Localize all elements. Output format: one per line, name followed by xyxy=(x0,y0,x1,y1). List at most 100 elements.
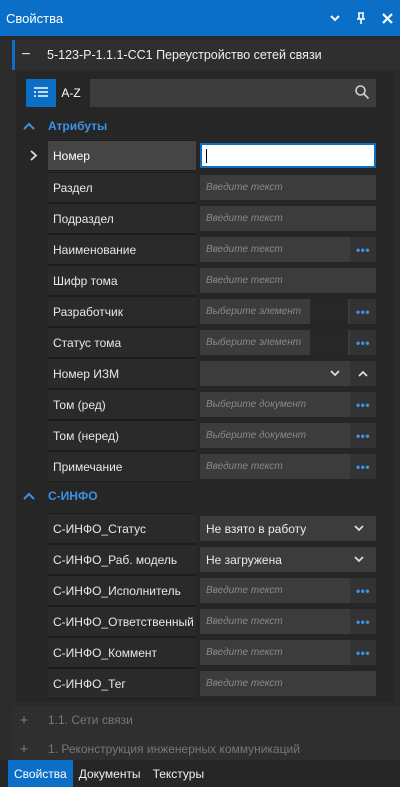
property-row-change-number[interactable]: Номер ИЗМ xyxy=(22,358,376,389)
property-label: Номер xyxy=(48,140,196,171)
categorized-list-icon xyxy=(34,87,48,97)
chevron-up-icon[interactable] xyxy=(22,492,36,500)
expand-icon[interactable]: + xyxy=(12,712,36,729)
volume-code-input[interactable]: Введите текст xyxy=(200,268,376,293)
volume-status-select[interactable]: Выберите элемент ••• xyxy=(200,330,376,355)
group-cinfo[interactable]: С-ИНФО xyxy=(22,484,98,508)
more-icon[interactable]: ••• xyxy=(350,330,376,355)
property-row-cinfo-model[interactable]: С-ИНФО_Раб. модель Не загружена xyxy=(22,544,376,575)
more-icon[interactable]: ••• xyxy=(350,392,376,417)
chevron-up-icon[interactable] xyxy=(22,122,36,130)
chevron-down-icon[interactable] xyxy=(346,547,372,572)
property-row-cinfo-tag[interactable]: С-ИНФО_Тег Введите текст xyxy=(22,668,376,699)
more-icon[interactable]: ••• xyxy=(350,578,376,603)
chevron-down-icon[interactable] xyxy=(322,0,348,36)
tab-documents[interactable]: Документы xyxy=(73,760,147,787)
property-label: Том (ред) xyxy=(48,389,196,420)
field-placeholder: Выберите элемент xyxy=(206,306,302,317)
property-row-volume-code[interactable]: Шифр тома Введите текст xyxy=(22,265,376,296)
property-label: Номер ИЗМ xyxy=(48,358,196,389)
property-label: С-ИНФО_Раб. модель xyxy=(48,544,196,575)
cinfo-status-select[interactable]: Не взято в работу xyxy=(200,516,376,541)
categorized-view-button[interactable] xyxy=(26,79,56,107)
change-number-input[interactable] xyxy=(200,361,376,386)
alphabetical-view-button[interactable]: A-Z xyxy=(56,79,86,107)
field-placeholder: Введите текст xyxy=(206,461,283,472)
more-icon[interactable]: ••• xyxy=(350,423,376,448)
cinfo-model-select[interactable]: Не загружена xyxy=(200,547,376,572)
property-label: Подраздел xyxy=(48,203,196,234)
chevron-right-icon xyxy=(26,140,42,171)
developer-select[interactable]: Выберите элемент ••• xyxy=(200,299,376,324)
field-placeholder: Выберите элемент xyxy=(206,337,302,348)
more-icon[interactable]: ••• xyxy=(350,299,376,324)
properties-toolbar: A-Z xyxy=(26,78,400,108)
property-label: С-ИНФО_Статус xyxy=(48,513,196,544)
property-label: С-ИНФО_Исполнитель xyxy=(48,575,196,606)
property-label: Разработчик xyxy=(48,296,196,327)
more-icon[interactable]: ••• xyxy=(350,609,376,634)
cinfo-tag-input[interactable]: Введите текст xyxy=(200,671,376,696)
field-placeholder: Выберите документ xyxy=(206,399,307,410)
property-row-volume-editable[interactable]: Том (ред) Выберите документ ••• xyxy=(22,389,376,420)
property-row-cinfo-executor[interactable]: С-ИНФО_Исполнитель Введите текст ••• xyxy=(22,575,376,606)
collapsed-section[interactable]: + 1. Реконструкция инженерных коммуникац… xyxy=(12,735,400,763)
search-icon[interactable] xyxy=(354,84,370,100)
number-input[interactable] xyxy=(200,143,376,168)
cinfo-comment-input[interactable]: Введите текст ••• xyxy=(200,640,376,665)
property-row-subsection[interactable]: Подраздел Введите текст xyxy=(22,203,376,234)
bottom-tabs: Свойства Документы Текстуры xyxy=(0,760,400,787)
property-label: Наименование xyxy=(48,234,196,265)
window-title: Свойства xyxy=(6,10,64,26)
property-row-section[interactable]: Раздел Введите текст xyxy=(22,172,376,203)
name-input[interactable]: Введите текст ••• xyxy=(200,237,376,262)
property-row-number[interactable]: Номер xyxy=(22,140,376,171)
more-icon[interactable]: ••• xyxy=(350,237,376,262)
property-row-volume-noneditable[interactable]: Том (неред) Выберите документ ••• xyxy=(22,420,376,451)
property-row-cinfo-responsible[interactable]: С-ИНФО_Ответственный Введите текст ••• xyxy=(22,606,376,637)
more-icon[interactable]: ••• xyxy=(350,640,376,665)
group-attributes[interactable]: Атрибуты xyxy=(22,114,107,138)
property-row-name[interactable]: Наименование Введите текст ••• xyxy=(22,234,376,265)
property-label: С-ИНФО_Коммент xyxy=(48,637,196,668)
property-row-cinfo-status[interactable]: С-ИНФО_Статус Не взято в работу xyxy=(22,513,376,544)
property-row-volume-status[interactable]: Статус тома Выберите элемент ••• xyxy=(22,327,376,358)
subsection-input[interactable]: Введите текст xyxy=(200,206,376,231)
collapse-icon[interactable]: − xyxy=(15,46,37,64)
volume-editable-select[interactable]: Выберите документ ••• xyxy=(200,392,376,417)
property-label: Примечание xyxy=(48,451,196,482)
expand-icon[interactable]: + xyxy=(12,741,36,758)
property-row-cinfo-comment[interactable]: С-ИНФО_Коммент Введите текст ••• xyxy=(22,637,376,668)
note-input[interactable]: Введите текст ••• xyxy=(200,454,376,479)
field-placeholder: Введите текст xyxy=(206,647,283,658)
color-swatch xyxy=(310,299,348,324)
chevron-down-icon[interactable] xyxy=(322,361,348,386)
property-row-developer[interactable]: Разработчик Выберите элемент ••• xyxy=(22,296,376,327)
property-row-note[interactable]: Примечание Введите текст ••• xyxy=(22,451,376,482)
color-swatch xyxy=(310,330,348,355)
pin-icon[interactable] xyxy=(348,0,374,36)
chevron-down-icon[interactable] xyxy=(346,516,372,541)
group-title: С-ИНФО xyxy=(48,489,98,503)
close-icon[interactable] xyxy=(374,0,400,36)
property-label: Статус тома xyxy=(48,327,196,358)
property-label: Шифр тома xyxy=(48,265,196,296)
collapsed-section[interactable]: + 1.1. Сети связи xyxy=(12,706,400,734)
section-title: 5-123-Р-1.1.1-СС1 Переустройство сетей с… xyxy=(47,48,322,62)
section-input[interactable]: Введите текст xyxy=(200,175,376,200)
cinfo-responsible-input[interactable]: Введите текст ••• xyxy=(200,609,376,634)
cinfo-executor-input[interactable]: Введите текст ••• xyxy=(200,578,376,603)
volume-noneditable-select[interactable]: Выберите документ ••• xyxy=(200,423,376,448)
tab-textures[interactable]: Текстуры xyxy=(147,760,211,787)
search-input[interactable] xyxy=(90,79,376,107)
more-icon[interactable]: ••• xyxy=(350,454,376,479)
group-title: Атрибуты xyxy=(48,119,108,133)
chevron-up-icon[interactable] xyxy=(350,361,376,386)
section-title: 1. Реконструкция инженерных коммуникаций xyxy=(48,742,300,756)
field-placeholder: Введите текст xyxy=(206,244,283,255)
field-placeholder: Выберите документ xyxy=(206,430,307,441)
field-placeholder: Введите текст xyxy=(206,616,283,627)
tab-properties[interactable]: Свойства xyxy=(8,760,73,787)
section-header[interactable]: − 5-123-Р-1.1.1-СС1 Переустройство сетей… xyxy=(12,40,400,70)
property-label: С-ИНФО_Ответственный xyxy=(48,606,196,637)
